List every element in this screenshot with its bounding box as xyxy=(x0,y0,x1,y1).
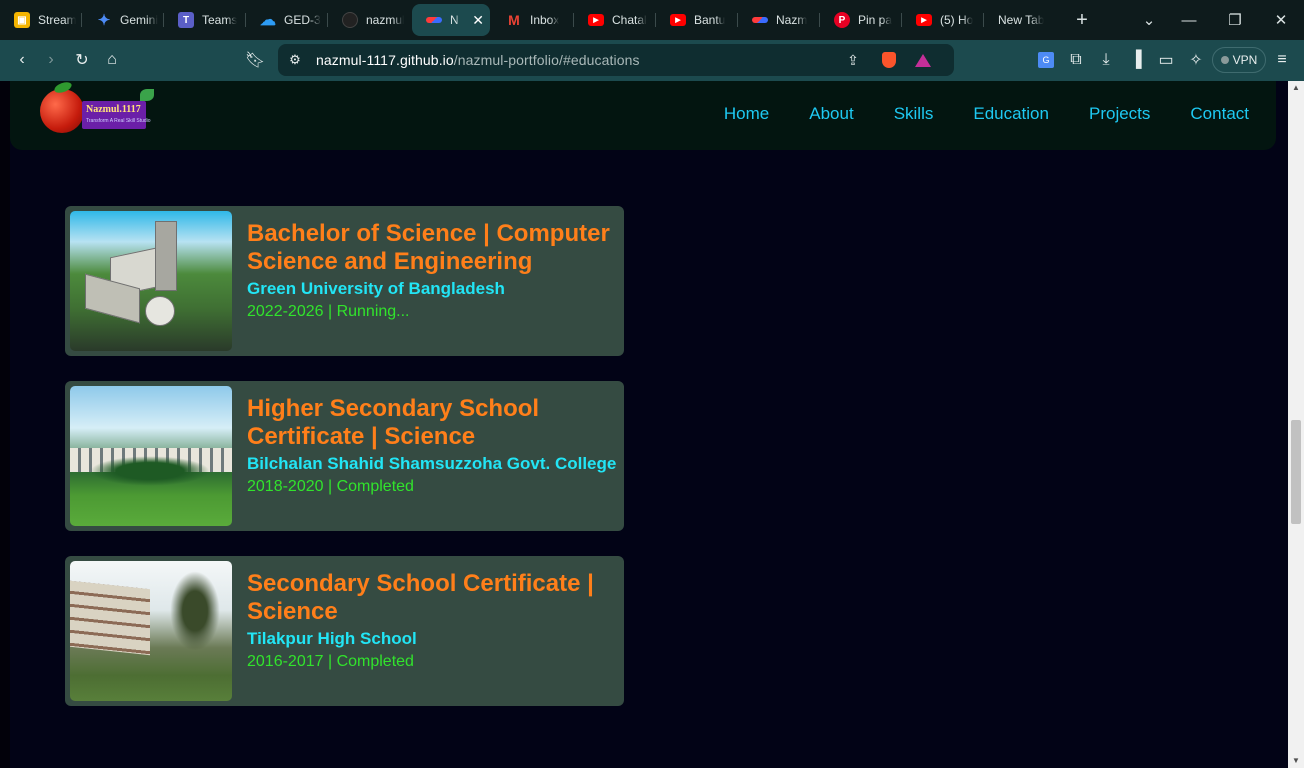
pinterest-icon: P xyxy=(834,12,850,28)
new-tab-plus-icon[interactable]: + xyxy=(1064,9,1100,32)
nav-projects[interactable]: Projects xyxy=(1089,104,1150,124)
teams-icon: T xyxy=(178,12,194,28)
scrollbar-thumb[interactable] xyxy=(1291,420,1301,524)
brave-shields-icon[interactable] xyxy=(876,48,902,72)
education-text: Bachelor of Science | Computer Science a… xyxy=(247,220,617,322)
tab-portfolio-active[interactable]: N ✕ xyxy=(412,4,490,36)
github-icon xyxy=(342,12,358,28)
nav-skills[interactable]: Skills xyxy=(894,104,934,124)
close-window-icon[interactable]: ✕ xyxy=(1258,0,1304,40)
tomato-logo-icon xyxy=(40,89,84,133)
education-card-ssc: Secondary School Certificate | Science T… xyxy=(65,556,624,706)
education-years: 2016-2017 | Completed xyxy=(247,653,414,670)
leo-ai-icon[interactable]: ✧ xyxy=(1183,48,1209,72)
school-building-shape xyxy=(70,580,150,656)
extensions-icon[interactable]: ⧉ xyxy=(1063,48,1089,72)
web-page: Nazmul.1117 Transform A Real Skill Studi… xyxy=(0,81,1288,768)
sidebar-icon[interactable]: ▐ xyxy=(1123,48,1149,72)
url-host: nazmul-1117.github.io xyxy=(316,52,454,68)
portfolio-icon xyxy=(426,17,442,23)
address-bar[interactable]: ⚙ nazmul-1117.github.io/nazmul-portfolio… xyxy=(278,44,954,76)
university-campus-image xyxy=(70,211,232,351)
gmail-icon: M xyxy=(508,12,520,28)
nav-education[interactable]: Education xyxy=(973,104,1049,124)
degree-title: Secondary School Certificate | Science xyxy=(247,570,594,625)
url-text: nazmul-1117.github.io/nazmul-portfolio/#… xyxy=(316,52,640,68)
tab-teams[interactable]: T Teams xyxy=(164,4,246,36)
education-text: Secondary School Certificate | Science T… xyxy=(247,570,617,672)
institution-name: Green University of Bangladesh xyxy=(247,279,505,298)
classroom-icon: ▣ xyxy=(14,12,30,28)
page-left-edge xyxy=(0,81,10,768)
site-navbar: Nazmul.1117 Transform A Real Skill Studi… xyxy=(10,81,1276,150)
brave-rewards-icon[interactable] xyxy=(910,48,936,72)
browser-toolbar: ‹ › ↻ ⌂ 🔖︎ ⚙ nazmul-1117.github.io/nazmu… xyxy=(0,40,1304,81)
nav-about[interactable]: About xyxy=(809,104,853,124)
nav-contact[interactable]: Contact xyxy=(1190,104,1249,124)
reload-icon[interactable]: ↻ xyxy=(69,48,95,72)
back-icon[interactable]: ‹ xyxy=(9,48,35,72)
degree-title: Bachelor of Science | Computer Science a… xyxy=(247,220,610,275)
close-tab-icon[interactable]: ✕ xyxy=(472,12,484,29)
tab-inbox[interactable]: M Inbox xyxy=(492,4,574,36)
education-years: 2022-2026 | Running... xyxy=(247,303,410,320)
main-nav: Home About Skills Education Projects Con… xyxy=(724,104,1276,124)
tab-pinterest[interactable]: P Pin pa xyxy=(820,4,902,36)
youtube-icon: ▶ xyxy=(916,14,932,26)
institution-name: Bilchalan Shahid Shamsuzzoha Govt. Colle… xyxy=(247,454,617,473)
vpn-label: VPN xyxy=(1232,53,1258,67)
sprig-icon xyxy=(140,89,154,101)
forward-icon[interactable]: › xyxy=(38,48,64,72)
education-card-bsc: Bachelor of Science | Computer Science a… xyxy=(65,206,624,356)
vpn-button[interactable]: VPN xyxy=(1212,47,1266,73)
tab-youtube-3[interactable]: ▶ (5) Ho xyxy=(902,4,984,36)
logo-subtitle: Transform A Real Skill Studio xyxy=(86,118,151,124)
logo-title: Nazmul.1117 xyxy=(86,104,141,115)
tab-stream[interactable]: ▣ Stream xyxy=(0,4,82,36)
degree-title: Higher Secondary School Certificate | Sc… xyxy=(247,395,540,450)
restore-icon[interactable]: ❐ xyxy=(1212,0,1258,40)
bookmark-icon[interactable]: 🔖︎ xyxy=(242,48,268,72)
tab-youtube-2[interactable]: ▶ Bantu xyxy=(656,4,738,36)
tree-shape xyxy=(90,456,210,486)
gemini-icon: ✦ xyxy=(97,12,111,29)
translate-icon[interactable]: G xyxy=(1033,48,1059,72)
page-scrollbar[interactable]: ▲ ▼ xyxy=(1288,81,1304,768)
college-campus-image xyxy=(70,386,232,526)
youtube-icon: ▶ xyxy=(588,14,604,26)
download-icon[interactable]: ⤓ xyxy=(1093,48,1119,72)
tab-ged[interactable]: ☁ GED-3 xyxy=(246,4,328,36)
tab-gemini[interactable]: ✦ Gemini xyxy=(82,4,164,36)
menu-icon[interactable]: ≡ xyxy=(1269,48,1295,72)
scroll-up-arrow-icon[interactable]: ▲ xyxy=(1288,81,1304,95)
tree-shape xyxy=(170,571,220,651)
tab-github[interactable]: nazmul xyxy=(328,4,410,36)
nav-home[interactable]: Home xyxy=(724,104,769,124)
tower-shape xyxy=(155,221,177,291)
rotunda-shape xyxy=(145,296,175,326)
onedrive-icon: ☁ xyxy=(260,12,276,29)
education-text: Higher Secondary School Certificate | Sc… xyxy=(247,395,617,497)
education-card-hsc: Higher Secondary School Certificate | Sc… xyxy=(65,381,624,531)
youtube-icon: ▶ xyxy=(670,14,686,26)
tab-youtube-1[interactable]: ▶ Chatal xyxy=(574,4,656,36)
home-icon[interactable]: ⌂ xyxy=(99,48,125,72)
share-icon[interactable]: ⇪ xyxy=(840,48,866,72)
education-years: 2018-2020 | Completed xyxy=(247,478,414,495)
tab-nazm[interactable]: Nazm xyxy=(738,4,820,36)
wallet-icon[interactable]: ▭ xyxy=(1153,48,1179,72)
tab-strip: ▣ Stream ✦ Gemini T Teams ☁ GED-3 nazmul N ✕ … xyxy=(0,0,1304,40)
portfolio-icon xyxy=(752,17,768,23)
vpn-status-dot xyxy=(1220,56,1229,64)
site-logo[interactable]: Nazmul.1117 Transform A Real Skill Studi… xyxy=(40,81,160,133)
tab-new-tab[interactable]: New Tab xyxy=(984,4,1064,36)
institution-name: Tilakpur High School xyxy=(247,629,417,648)
school-building-image xyxy=(70,561,232,701)
url-path: /nazmul-portfolio/#educations xyxy=(453,52,640,68)
site-settings-icon[interactable]: ⚙ xyxy=(282,48,308,72)
minimize-icon[interactable]: — xyxy=(1166,0,1212,40)
scroll-down-arrow-icon[interactable]: ▼ xyxy=(1288,754,1304,768)
